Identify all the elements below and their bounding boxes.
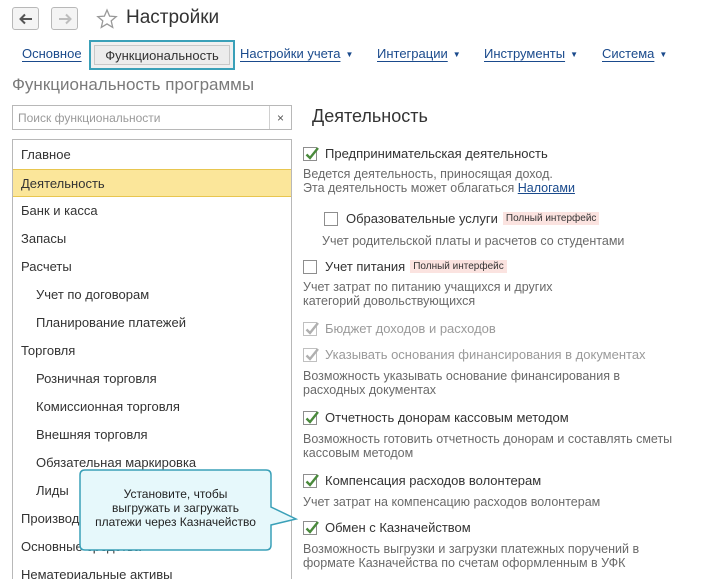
option-donor-reporting: Отчетность донорам кассовым методом: [303, 410, 569, 425]
content-title: Деятельность: [312, 106, 428, 126]
sidebar-item-foreign-trade[interactable]: Внешняя торговля: [13, 421, 291, 449]
checkbox-education[interactable]: [324, 211, 338, 226]
sidebar-item-bank-cash[interactable]: Банк и касса: [13, 197, 291, 225]
full-interface-badge: Полный интерфейс: [410, 260, 507, 273]
search-input[interactable]: [13, 106, 269, 129]
dropdown-arrow-icon: ▼: [452, 50, 461, 59]
option-education: Образовательные услуги Полный интерфейс: [324, 211, 600, 226]
description-meals: Учет затрат по питанию учащихся и других…: [303, 280, 553, 308]
option-entrepreneurial: Предпринимательская деятельность: [303, 146, 548, 161]
checkmark-icon: [305, 410, 319, 424]
full-interface-badge: Полный интерфейс: [502, 212, 600, 225]
hint-callout: Установите, чтобы выгружать и загружать …: [79, 469, 299, 552]
sidebar-item-trade[interactable]: Торговля: [13, 337, 291, 365]
checkmark-icon: [305, 321, 319, 335]
star-icon[interactable]: [96, 8, 118, 30]
tab-integrations[interactable]: Интеграции ▼: [377, 46, 461, 61]
section-title: Функциональность программы: [12, 75, 255, 94]
clear-icon[interactable]: ×: [269, 106, 291, 129]
option-volunteer-compensation: Компенсация расходов волонтерам: [303, 473, 541, 488]
sidebar-item-settlements[interactable]: Расчеты: [13, 253, 291, 281]
taxes-link[interactable]: Налогами: [518, 181, 575, 195]
tab-tools[interactable]: Инструменты ▼: [484, 46, 578, 61]
sidebar-item-contracts[interactable]: Учет по договорам: [13, 281, 291, 309]
description-volunteer-compensation: Учет затрат на компенсацию расходов воло…: [303, 495, 601, 509]
sidebar-item-main[interactable]: Главное: [13, 141, 291, 169]
option-funding-basis: Указывать основания финансирования в док…: [303, 347, 646, 362]
dropdown-arrow-icon: ▼: [659, 50, 668, 59]
checkbox-donor-reporting[interactable]: [303, 410, 319, 425]
sidebar-item-activity[interactable]: Деятельность: [13, 169, 291, 197]
sidebar-item-intangible-assets[interactable]: Нематериальные активы: [13, 561, 291, 579]
tab-system[interactable]: Система ▼: [602, 46, 667, 61]
page-title: Настройки: [126, 7, 220, 28]
arrow-right-icon: [58, 13, 72, 24]
description-education: Учет родительской платы и расчетов со ст…: [322, 234, 625, 248]
arrow-left-icon: [18, 13, 32, 24]
checkmark-icon: [305, 146, 319, 160]
description-funding-basis: Возможность указывать основание финансир…: [303, 369, 621, 397]
option-treasury-exchange: Обмен с Казначейством: [303, 520, 471, 535]
back-button[interactable]: [12, 7, 39, 30]
dropdown-arrow-icon: ▼: [345, 50, 354, 59]
forward-button[interactable]: [51, 7, 78, 30]
tab-main[interactable]: Основное: [22, 46, 82, 61]
checkbox-entrepreneurial[interactable]: [303, 146, 319, 161]
sidebar-item-retail[interactable]: Розничная торговля: [13, 365, 291, 393]
checkbox-budget[interactable]: [303, 321, 319, 336]
description-treasury-exchange: Возможность выгрузки и загрузки платежны…: [303, 542, 640, 570]
description-entrepreneurial: Ведется деятельность, приносящая доход. …: [303, 167, 575, 195]
sidebar-item-payment-planning[interactable]: Планирование платежей: [13, 309, 291, 337]
tab-functionality[interactable]: Функциональность: [89, 40, 235, 70]
option-budget: Бюджет доходов и расходов: [303, 321, 496, 336]
checkbox-funding-basis[interactable]: [303, 347, 319, 362]
dropdown-arrow-icon: ▼: [570, 50, 578, 59]
description-donor-reporting: Возможность готовить отчетность донорам …: [303, 432, 673, 460]
checkbox-meals[interactable]: [303, 259, 317, 274]
checkmark-icon: [305, 347, 319, 361]
search-box: ×: [12, 105, 292, 130]
option-meals: Учет питания Полный интерфейс: [303, 259, 507, 274]
tab-accounting-settings[interactable]: Настройки учета ▼: [240, 46, 353, 61]
sidebar-item-stock[interactable]: Запасы: [13, 225, 291, 253]
sidebar-item-commission[interactable]: Комиссионная торговля: [13, 393, 291, 421]
